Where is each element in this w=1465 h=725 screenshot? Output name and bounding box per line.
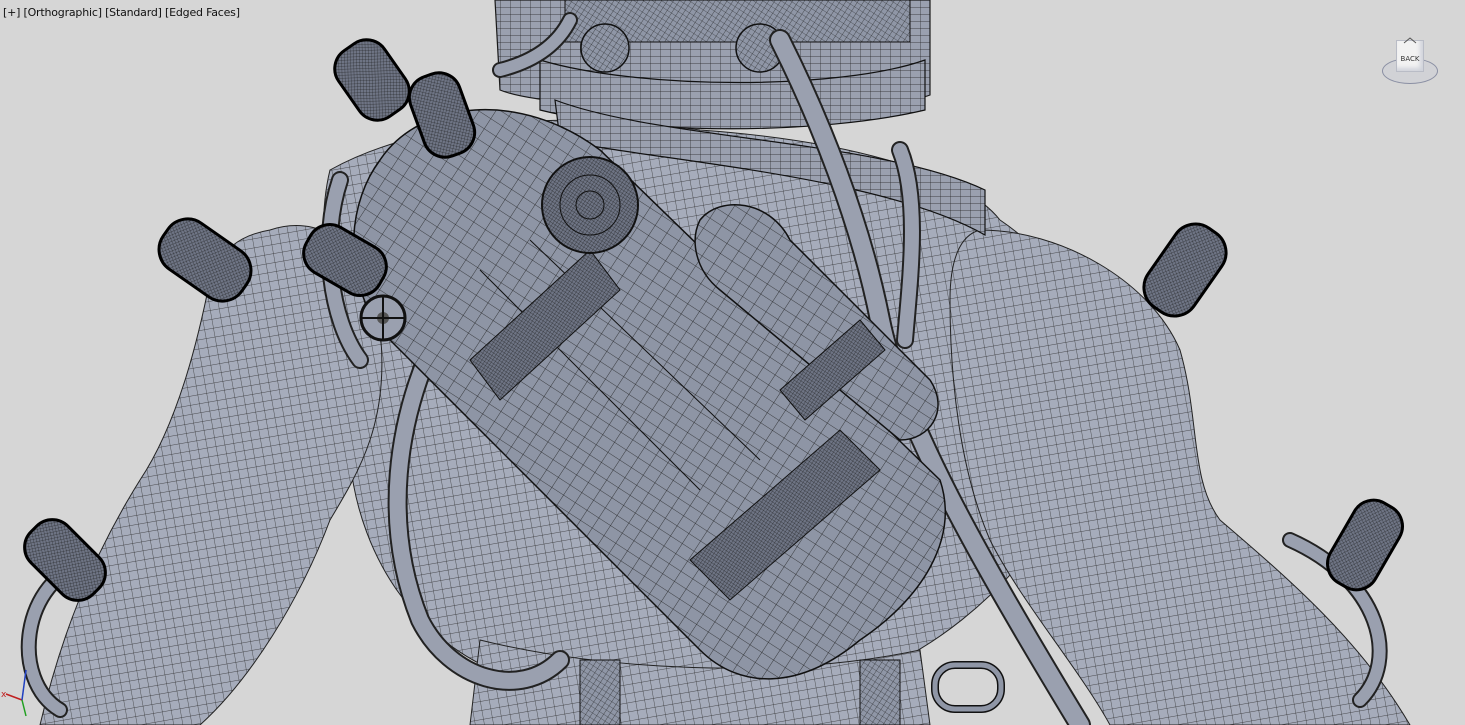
axis-tripod-icon: x [1, 669, 27, 717]
d-ring [931, 661, 1005, 713]
viewcube[interactable]: BACK [1380, 36, 1440, 88]
viewport-shading-menu[interactable]: [Standard] [105, 6, 162, 19]
viewport-label: [+] [Orthographic] [Standard] [Edged Fac… [3, 6, 240, 19]
valve-wheel [359, 294, 407, 342]
wireframe-model[interactable] [0, 0, 1465, 725]
viewcube-face-label: BACK [1400, 55, 1420, 63]
home-icon[interactable] [1402, 36, 1418, 44]
viewport-orthographic[interactable]: [+] [Orthographic] [Standard] [Edged Fac… [0, 0, 1465, 725]
viewport-display-menu[interactable]: [Edged Faces] [165, 6, 240, 19]
axis-x-label: x [1, 690, 7, 700]
viewport-view-menu[interactable]: [Orthographic] [24, 6, 102, 19]
viewport-plus-menu[interactable]: [+] [3, 6, 20, 19]
